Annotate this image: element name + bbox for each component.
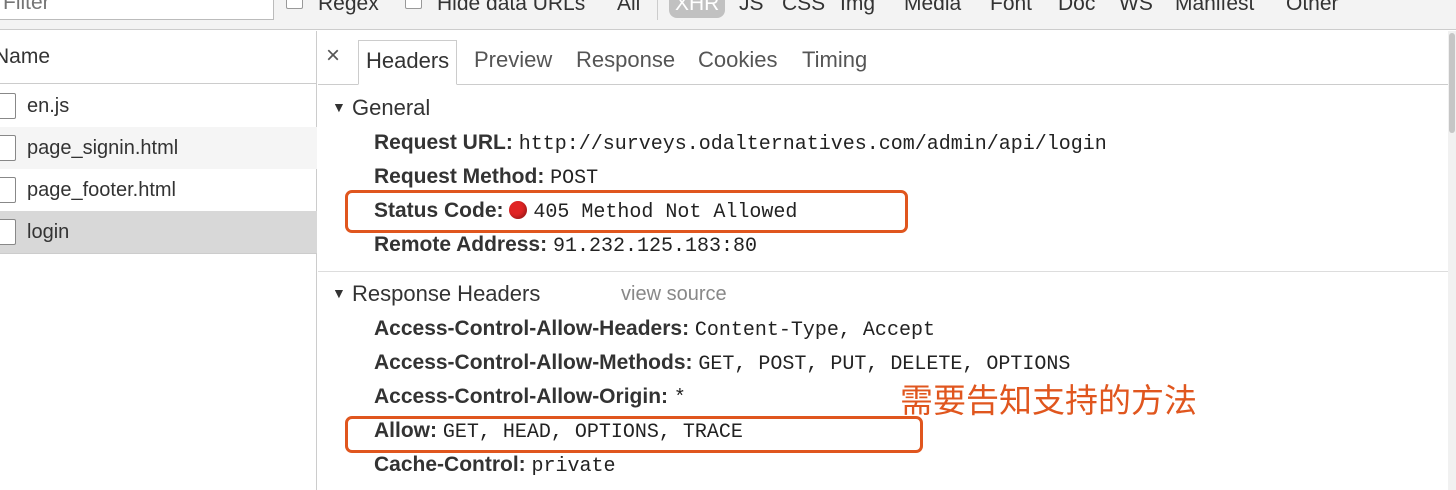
general-section-header[interactable]: ▼ General — [332, 93, 430, 122]
request-row-page-signin[interactable]: page_signin.html — [0, 127, 317, 169]
section-divider — [318, 271, 1448, 272]
allow-highlight — [345, 416, 923, 453]
header-key: Request Method: — [374, 165, 545, 188]
acam-row: Access-Control-Allow-Methods: GET, POST,… — [374, 349, 1070, 379]
request-name: page_footer.html — [27, 179, 176, 201]
header-value: Content-Type, Accept — [694, 319, 935, 342]
type-filter-js[interactable]: JS — [739, 0, 764, 16]
request-list: Name en.js page_signin.html page_footer.… — [0, 31, 317, 490]
response-headers-section-header[interactable]: ▼ Response Headers — [332, 279, 540, 308]
type-filter-css[interactable]: CSS — [782, 0, 825, 16]
request-name: login — [27, 221, 70, 243]
request-method-row: Request Method: POST — [374, 163, 598, 193]
header-value: private — [531, 455, 616, 478]
file-icon — [0, 135, 16, 161]
request-row-page-footer[interactable]: page_footer.html — [0, 169, 317, 211]
details-scrollbar[interactable] — [1448, 31, 1456, 490]
name-column-header[interactable]: Name — [0, 31, 317, 84]
file-icon — [0, 219, 16, 245]
toolbar-divider — [657, 0, 658, 20]
request-name: en.js — [27, 95, 70, 117]
tab-timing[interactable]: Timing — [795, 40, 874, 85]
header-value: POST — [550, 167, 599, 190]
type-filter-all[interactable]: All — [617, 0, 640, 16]
type-filter-img[interactable]: Img — [840, 0, 875, 16]
header-key: Access-Control-Allow-Methods: — [374, 351, 693, 374]
header-key: Access-Control-Allow-Origin: — [374, 385, 669, 408]
list-divider — [0, 253, 317, 254]
scrollbar-thumb[interactable] — [1449, 33, 1455, 133]
header-key: Cache-Control: — [374, 453, 526, 476]
annotation-note: 需要告知支持的方法 — [900, 381, 1197, 420]
cache-control-row: Cache-Control: private — [374, 451, 616, 481]
expand-triangle-icon: ▼ — [332, 285, 346, 301]
header-value: GET, POST, PUT, DELETE, OPTIONS — [698, 353, 1071, 376]
hide-data-urls-checkbox[interactable] — [405, 0, 422, 9]
type-filter-other[interactable]: Other — [1286, 0, 1339, 16]
regex-checkbox[interactable] — [286, 0, 303, 9]
header-key: Access-Control-Allow-Headers: — [374, 317, 690, 340]
request-name: page_signin.html — [27, 137, 179, 159]
close-icon[interactable]: × — [326, 42, 340, 70]
regex-label: Regex — [318, 0, 379, 15]
type-filter-media[interactable]: Media — [904, 0, 961, 16]
tab-response[interactable]: Response — [569, 40, 682, 85]
request-row-en-js[interactable]: en.js — [0, 85, 317, 127]
acao-row: Access-Control-Allow-Origin: * — [374, 383, 686, 413]
type-filter-manifest[interactable]: Manifest — [1175, 0, 1254, 16]
request-row-login[interactable]: login — [0, 211, 317, 253]
details-tabs: × Headers Preview Response Cookies Timin… — [318, 31, 1456, 85]
header-value: 91.232.125.183:80 — [552, 235, 757, 258]
tab-preview[interactable]: Preview — [467, 40, 559, 85]
tab-cookies[interactable]: Cookies — [691, 40, 784, 85]
type-filter-ws[interactable]: WS — [1119, 0, 1153, 16]
filter-toolbar: Regex Hide data URLs All XHR JS CSS Img … — [0, 0, 1456, 30]
header-key: Remote Address: — [374, 233, 548, 256]
remote-address-row: Remote Address: 91.232.125.183:80 — [374, 231, 757, 261]
file-icon — [0, 93, 16, 119]
view-source-link[interactable]: view source — [621, 280, 727, 308]
tab-headers[interactable]: Headers — [358, 40, 458, 85]
header-value: http://surveys.odalternatives.com/admin/… — [518, 133, 1107, 156]
type-filter-xhr[interactable]: XHR — [669, 0, 726, 18]
type-filter-font[interactable]: Font — [990, 0, 1032, 16]
header-value: * — [673, 387, 686, 410]
general-title: General — [352, 95, 431, 120]
file-icon — [0, 177, 16, 203]
filter-input[interactable] — [0, 0, 274, 20]
status-code-highlight — [345, 190, 908, 233]
acah-row: Access-Control-Allow-Headers: Content-Ty… — [374, 315, 935, 345]
response-headers-title: Response Headers — [352, 281, 541, 306]
header-key: Request URL: — [374, 131, 513, 154]
expand-triangle-icon: ▼ — [332, 99, 346, 115]
hide-data-urls-label: Hide data URLs — [437, 0, 586, 15]
type-filter-doc[interactable]: Doc — [1058, 0, 1095, 16]
request-url-row: Request URL: http://surveys.odalternativ… — [374, 129, 1107, 159]
